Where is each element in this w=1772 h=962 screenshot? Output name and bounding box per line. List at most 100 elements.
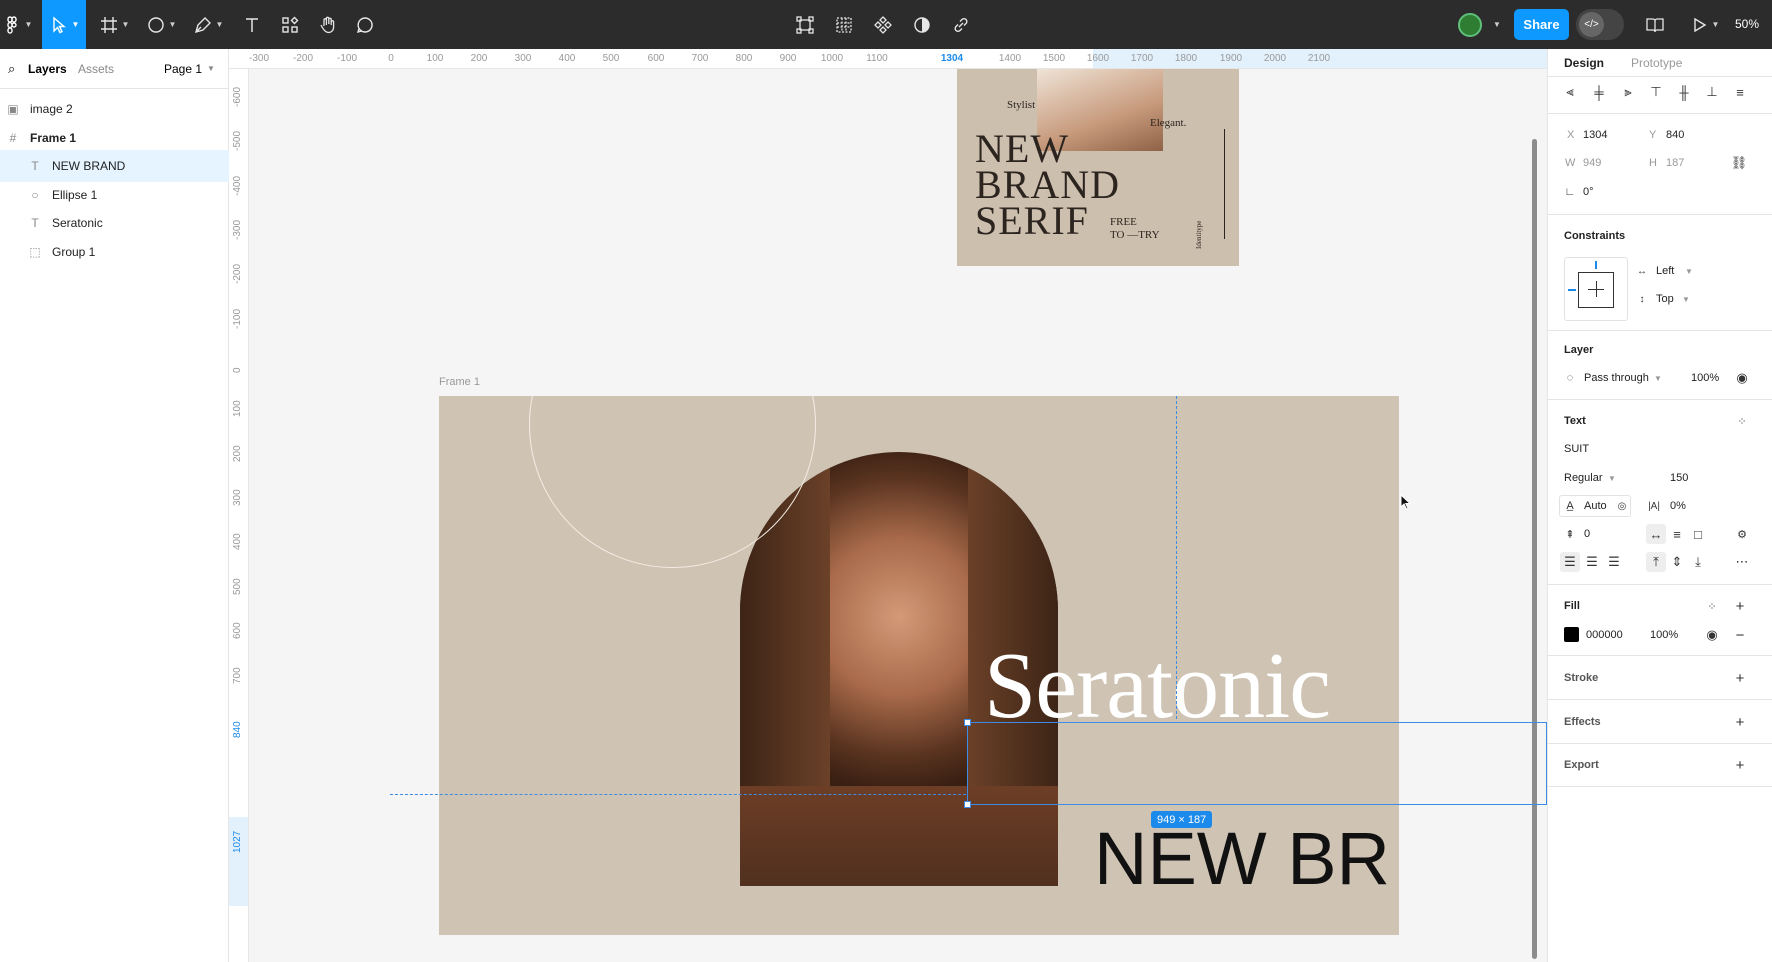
fill-opacity-input[interactable]: 100% <box>1650 629 1678 641</box>
auto-width-icon[interactable]: ↔ <box>1648 526 1664 542</box>
image-2-poster[interactable]: Stylist Elegant. NEW BRAND SERIF FREE TO… <box>957 69 1239 266</box>
text-align-top-icon[interactable]: ⤒ <box>1648 554 1664 570</box>
add-effect-icon[interactable]: + <box>1732 714 1748 731</box>
layer-row[interactable]: ○ Ellipse 1 <box>0 179 229 211</box>
layer-row[interactable]: ⬚ Group 1 <box>0 236 229 268</box>
font-size-input[interactable]: 150 <box>1670 472 1688 484</box>
line-height-input[interactable]: Auto <box>1584 500 1607 512</box>
present-button[interactable]: ▼ <box>1684 0 1724 49</box>
distribute-icon[interactable]: ≡ <box>1732 84 1748 100</box>
fill-styles-icon[interactable]: ⁘ <box>1704 598 1720 614</box>
layer-row[interactable]: # Frame 1 <box>0 122 229 154</box>
contrast-button[interactable] <box>907 0 937 49</box>
w-input[interactable]: 949 <box>1583 157 1601 169</box>
chevron-down-icon[interactable]: ▼ <box>1685 267 1693 276</box>
frame-label[interactable]: Frame 1 <box>439 376 480 388</box>
tab-prototype[interactable]: Prototype <box>1631 56 1682 70</box>
align-center-h-icon[interactable]: ╪ <box>1591 84 1607 100</box>
align-top-icon[interactable]: ⊤ <box>1648 84 1664 100</box>
y-input[interactable]: 840 <box>1666 129 1684 141</box>
layer-row[interactable]: T Seratonic <box>0 207 229 239</box>
canvas-scrollbar[interactable] <box>1532 139 1537 959</box>
align-right-icon[interactable]: ⫸ <box>1620 84 1636 100</box>
code-icon: </> <box>1579 12 1604 37</box>
text-tool-button[interactable] <box>237 0 267 49</box>
chevron-down-icon: ▼ <box>1711 20 1720 29</box>
add-export-icon[interactable]: + <box>1732 757 1748 774</box>
chevron-down-icon[interactable]: ▼ <box>207 64 215 73</box>
h-input[interactable]: 187 <box>1666 157 1684 169</box>
tab-layers[interactable]: Layers <box>28 62 67 76</box>
layer-name: Ellipse 1 <box>52 187 98 202</box>
layer-opacity-input[interactable]: 100% <box>1691 372 1719 384</box>
letter-spacing-input[interactable]: 0% <box>1670 500 1686 512</box>
hand-tool-button[interactable] <box>313 0 343 49</box>
dev-mode-toggle[interactable]: </> <box>1576 9 1624 40</box>
user-avatar[interactable] <box>1458 13 1482 37</box>
add-fill-icon[interactable]: + <box>1732 598 1748 615</box>
auto-height-icon[interactable]: ≡ <box>1669 526 1685 542</box>
auto-info-icon[interactable]: ◎ <box>1614 498 1630 514</box>
grid-button[interactable] <box>829 0 859 49</box>
align-bottom-icon[interactable]: ⊥ <box>1704 84 1720 100</box>
remove-fill-icon[interactable]: − <box>1732 627 1748 644</box>
tab-design[interactable]: Design <box>1564 56 1604 70</box>
text-align-left-icon[interactable]: ☰ <box>1562 554 1578 570</box>
align-left-icon[interactable]: ⫷ <box>1562 84 1578 100</box>
link-button[interactable] <box>946 0 976 49</box>
layer-row[interactable]: ▣ image 2 <box>0 93 229 125</box>
chevron-down-icon[interactable]: ▼ <box>1608 474 1616 483</box>
constrain-proportions-icon[interactable]: ⛓ <box>1731 155 1748 171</box>
font-family-select[interactable]: SUIT <box>1564 443 1589 455</box>
constraint-left-marker[interactable] <box>1568 289 1576 291</box>
resize-handle-top-left[interactable] <box>964 719 971 726</box>
add-stroke-icon[interactable]: + <box>1732 670 1748 687</box>
fill-color-swatch[interactable] <box>1564 627 1579 642</box>
transform-button[interactable] <box>790 0 820 49</box>
selection-box[interactable] <box>964 719 1547 808</box>
fill-hex-input[interactable]: 000000 <box>1586 629 1623 641</box>
text-settings-icon[interactable]: ⚙ <box>1734 526 1750 542</box>
horizontal-constraint-select[interactable]: Left <box>1656 265 1674 277</box>
share-button[interactable]: Share <box>1514 9 1569 40</box>
zoom-level[interactable]: 50% <box>1735 17 1759 31</box>
new-brand-text[interactable]: NEW BR <box>1094 816 1390 901</box>
align-middle-v-icon[interactable]: ╫ <box>1676 84 1692 100</box>
more-options-icon[interactable]: ⋯ <box>1734 554 1750 570</box>
paragraph-spacing-input[interactable]: 0 <box>1584 528 1590 540</box>
tab-assets[interactable]: Assets <box>78 62 114 76</box>
text-align-right-icon[interactable]: ☰ <box>1606 554 1622 570</box>
text-align-middle-icon[interactable]: ⇕ <box>1669 554 1685 570</box>
chevron-down-icon[interactable]: ▼ <box>1682 295 1690 304</box>
text-align-bottom-icon[interactable]: ⤓ <box>1690 554 1706 570</box>
main-menu-button[interactable]: ▼ <box>0 0 34 49</box>
fill-visibility-icon[interactable]: ◉ <box>1704 627 1720 643</box>
text-styles-icon[interactable]: ⁘ <box>1734 413 1750 429</box>
frame-1[interactable]: Seratonic NEW BR <box>439 396 1399 935</box>
search-icon[interactable]: ⌕ <box>8 61 15 77</box>
pen-tool-button[interactable]: ▼ <box>189 0 227 49</box>
comment-tool-button[interactable] <box>350 0 380 49</box>
design-canvas[interactable]: Stylist Elegant. NEW BRAND SERIF FREE TO… <box>249 69 1547 962</box>
eye-icon[interactable]: ◉ <box>1734 370 1750 386</box>
resize-handle-bottom-left[interactable] <box>964 801 971 808</box>
frame-tool-button[interactable]: ▼ <box>95 0 133 49</box>
fixed-size-icon[interactable]: □ <box>1690 526 1706 542</box>
x-input[interactable]: 1304 <box>1583 129 1607 141</box>
constraint-widget[interactable] <box>1564 257 1628 321</box>
move-tool-button[interactable]: ▼ <box>42 0 86 49</box>
blend-mode-select[interactable]: Pass through <box>1584 372 1649 384</box>
text-align-center-icon[interactable]: ☰ <box>1584 554 1600 570</box>
chevron-down-icon[interactable]: ▼ <box>1654 374 1662 383</box>
shape-tool-button[interactable]: ▼ <box>142 0 180 49</box>
resources-tool-button[interactable] <box>275 0 305 49</box>
layer-row[interactable]: T NEW BRAND <box>0 150 229 182</box>
constraint-top-marker[interactable] <box>1595 261 1597 269</box>
library-button[interactable] <box>1640 0 1670 49</box>
font-weight-select[interactable]: Regular <box>1564 472 1603 484</box>
component-button[interactable] <box>868 0 898 49</box>
page-selector[interactable]: Page 1 <box>164 62 202 76</box>
rotation-input[interactable]: 0° <box>1583 186 1594 198</box>
vertical-constraint-select[interactable]: Top <box>1656 293 1674 305</box>
chevron-down-icon[interactable]: ▼ <box>1493 20 1501 29</box>
